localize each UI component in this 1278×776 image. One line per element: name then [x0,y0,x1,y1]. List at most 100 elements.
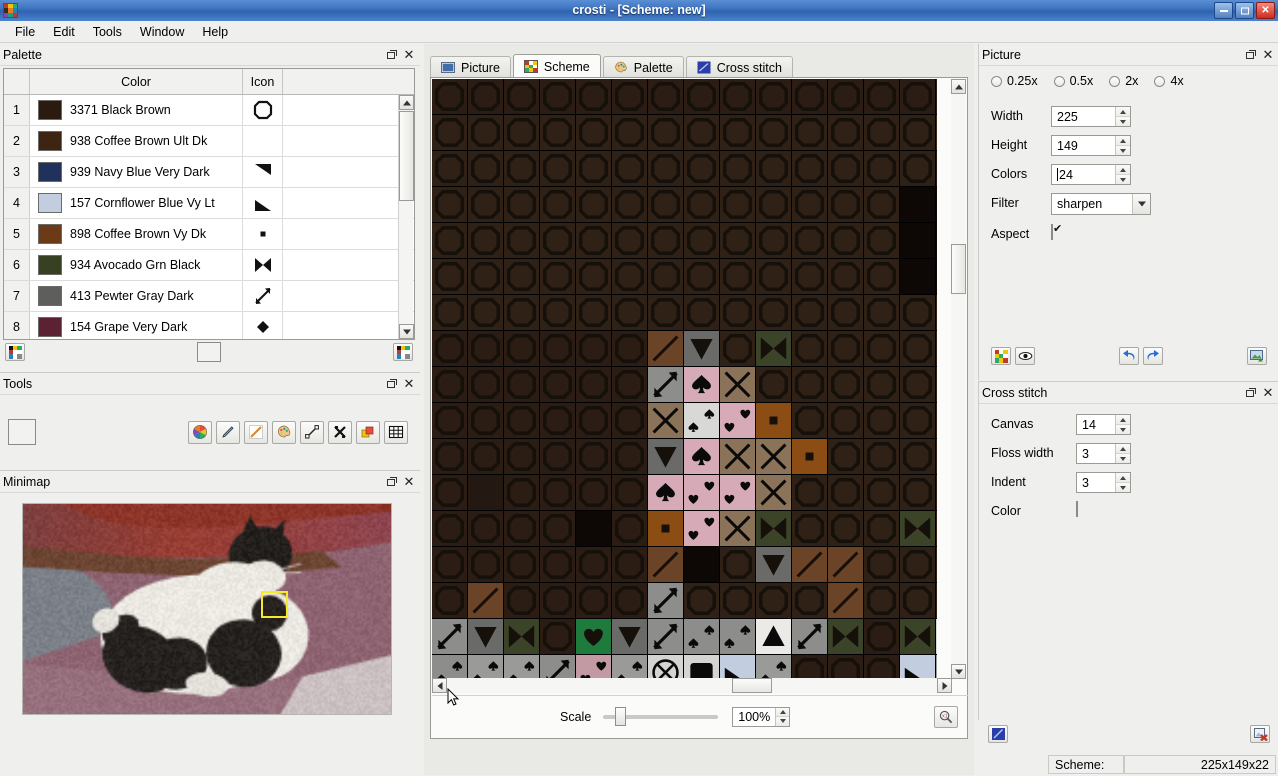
scheme-cell[interactable] [540,223,576,259]
scheme-cell[interactable] [900,151,936,187]
scheme-cell[interactable] [864,331,900,367]
close-icon[interactable]: ✕ [402,475,416,489]
row-color-cell[interactable]: 413 Pewter Gray Dark [30,281,243,311]
scheme-cell[interactable] [540,547,576,583]
row-color-cell[interactable]: 157 Cornflower Blue Vy Lt [30,188,243,218]
palette-tool-icon[interactable] [272,421,296,444]
scheme-cell[interactable] [792,295,828,331]
scheme-cell[interactable] [540,619,576,655]
scheme-grid[interactable] [432,79,937,679]
tab-scheme[interactable]: Scheme [513,54,601,78]
measure-icon[interactable] [300,421,324,444]
table-row[interactable]: 13371 Black Brown [4,95,414,126]
scheme-cell[interactable] [468,403,504,439]
floss-width-value[interactable]: 3 [1077,447,1115,461]
width-field[interactable]: 225 [1051,106,1131,127]
scheme-cell[interactable] [504,511,540,547]
scheme-cell[interactable] [540,367,576,403]
scheme-cell[interactable] [612,547,648,583]
scheme-cell[interactable] [756,367,792,403]
scheme-cell[interactable] [684,367,720,403]
scheme-cell[interactable] [936,475,937,511]
color-swatch[interactable] [38,162,62,182]
scheme-cell[interactable] [864,187,900,223]
scheme-cell[interactable] [828,331,864,367]
scheme-cell[interactable] [576,115,612,151]
scheme-cell[interactable] [612,439,648,475]
scheme-cell[interactable] [792,331,828,367]
scheme-cell[interactable] [936,367,937,403]
scheme-cell[interactable] [504,583,540,619]
scheme-cell[interactable] [576,187,612,223]
scheme-cell[interactable] [720,511,756,547]
scroll-down-icon[interactable] [399,324,414,339]
scheme-cell[interactable] [576,151,612,187]
scroll-thumb-vertical[interactable] [951,244,966,294]
tool-color-swatch[interactable] [8,419,36,445]
close-icon[interactable]: ✕ [402,48,416,62]
floss-width-field[interactable]: 3 [1076,443,1131,464]
scheme-cell[interactable] [720,259,756,295]
scheme-cell[interactable] [792,403,828,439]
scheme-cell[interactable] [648,475,684,511]
scheme-cell[interactable] [612,151,648,187]
scheme-cell[interactable] [756,403,792,439]
scheme-cell[interactable] [468,115,504,151]
scroll-down-icon[interactable] [951,664,966,679]
scheme-cell[interactable] [900,223,936,259]
radio-zoom-4x[interactable]: 4x [1154,74,1183,88]
scheme-cell[interactable] [540,331,576,367]
menu-tools[interactable]: Tools [84,23,131,41]
scheme-cell[interactable] [792,79,828,115]
maximize-button[interactable] [1235,2,1254,19]
scheme-cell[interactable] [648,259,684,295]
row-color-cell[interactable]: 938 Coffee Brown Ult Dk [30,126,243,156]
scheme-cell[interactable] [468,331,504,367]
stitch-icon[interactable] [988,725,1008,743]
scheme-cell[interactable] [864,403,900,439]
colors-value[interactable]: 24 [1059,168,1073,182]
scheme-cell[interactable] [936,583,937,619]
clear-scheme-icon[interactable] [1250,725,1270,743]
spinner-arrows[interactable] [1115,415,1130,434]
float-icon[interactable] [1244,48,1258,62]
scheme-cell[interactable] [540,151,576,187]
scheme-cell[interactable] [612,187,648,223]
scheme-cell[interactable] [648,295,684,331]
scheme-cell[interactable] [648,403,684,439]
tab-palette[interactable]: Palette [603,56,684,78]
scheme-cell[interactable] [504,295,540,331]
scheme-cell[interactable] [684,187,720,223]
scheme-cell[interactable] [576,259,612,295]
scheme-cell[interactable] [576,583,612,619]
remove-color-icon[interactable] [393,343,413,361]
scheme-cell[interactable] [684,655,720,679]
scheme-cell[interactable] [540,655,576,679]
scheme-cell[interactable] [684,583,720,619]
scheme-cell[interactable] [468,547,504,583]
scheme-cell[interactable] [612,367,648,403]
scheme-cell[interactable] [720,367,756,403]
scheme-cell[interactable] [792,259,828,295]
scheme-cell[interactable] [864,619,900,655]
indent-field[interactable]: 3 [1076,472,1131,493]
scheme-cell[interactable] [792,511,828,547]
scheme-cell[interactable] [432,475,468,511]
height-field[interactable]: 149 [1051,135,1131,156]
table-row[interactable]: 4157 Cornflower Blue Vy Lt [4,188,414,219]
scheme-cell[interactable] [540,475,576,511]
eye-icon[interactable] [1015,347,1035,365]
row-color-cell[interactable]: 3371 Black Brown [30,95,243,125]
scheme-cell[interactable] [756,295,792,331]
scheme-cell[interactable] [756,151,792,187]
scheme-cell[interactable] [504,151,540,187]
grid-icon[interactable] [384,421,408,444]
scroll-up-icon[interactable] [399,95,414,110]
scheme-cell[interactable] [756,547,792,583]
scheme-cell[interactable] [468,367,504,403]
scheme-cell[interactable] [828,151,864,187]
row-color-cell[interactable]: 154 Grape Very Dark [30,312,243,340]
color-field[interactable] [1076,502,1078,516]
table-row[interactable]: 2938 Coffee Brown Ult Dk [4,126,414,157]
scheme-cell[interactable] [936,151,937,187]
